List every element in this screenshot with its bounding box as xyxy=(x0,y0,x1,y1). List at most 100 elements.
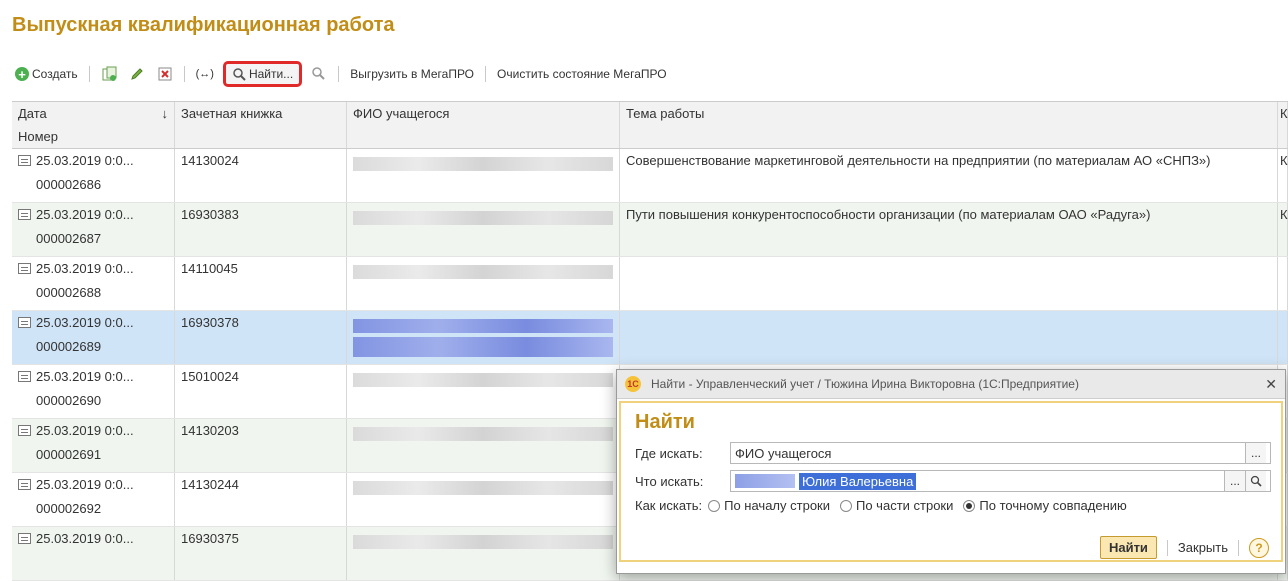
dialog-footer: Найти Закрыть ? xyxy=(1099,536,1269,559)
cell-date-number: 25.03.2019 0:0... 000002692 xyxy=(12,473,175,526)
what-field[interactable]: Юлия Валерьевна ... xyxy=(730,470,1271,492)
cell-record-book: 14130244 xyxy=(175,473,347,526)
dialog-titlebar: 1С Найти - Управленческий учет / Тюжина … xyxy=(617,370,1285,399)
find-button[interactable]: Найти... xyxy=(222,61,303,87)
cell-record-book: 14110045 xyxy=(175,257,347,310)
redacted-name xyxy=(353,319,613,333)
what-label: Что искать: xyxy=(635,473,704,489)
close-icon[interactable]: ✕ xyxy=(1265,376,1277,393)
cell-student xyxy=(347,149,620,202)
table-row[interactable]: 25.03.2019 0:0... 000002689 16930378 xyxy=(12,311,1288,365)
table-row[interactable]: 25.03.2019 0:0... 000002687 16930383 Пут… xyxy=(12,203,1288,257)
clear-megapro-button[interactable]: Очистить состояние МегаПРО xyxy=(494,65,670,83)
create-button[interactable]: + Создать xyxy=(12,65,81,83)
search-icon xyxy=(233,68,246,81)
cell-student xyxy=(347,257,620,310)
cell-record-book: 16930375 xyxy=(175,527,347,580)
what-row: Что искать: Юлия Валерьевна ... xyxy=(631,470,1271,492)
header-topic[interactable]: Тема работы xyxy=(620,102,1278,148)
cell-topic: Совершенствование маркетинговой деятельн… xyxy=(620,149,1278,202)
cell-record-book: 14130024 xyxy=(175,149,347,202)
cancel-search-button[interactable] xyxy=(308,64,330,84)
table-row[interactable]: 25.03.2019 0:0... 000002686 14130024 Сов… xyxy=(12,149,1288,203)
toolbar-separator xyxy=(338,66,340,82)
where-field[interactable]: ФИО учащегося ... xyxy=(730,442,1271,464)
redacted-name xyxy=(353,157,613,171)
edit-button[interactable] xyxy=(126,64,148,84)
cell-student xyxy=(347,419,620,472)
cell-extra: К xyxy=(1278,149,1288,202)
cell-date-number: 25.03.2019 0:0... 000002691 xyxy=(12,419,175,472)
toolbar-separator xyxy=(88,66,90,82)
cancel-search-icon xyxy=(312,67,325,80)
find-submit-button[interactable]: Найти xyxy=(1099,536,1157,559)
redacted-name xyxy=(353,337,613,357)
cell-student xyxy=(347,527,620,580)
1c-logo-icon: 1С xyxy=(625,376,641,392)
cell-student xyxy=(347,311,620,364)
radio-exact[interactable]: По точному совпадению xyxy=(963,498,1127,513)
cell-student xyxy=(347,473,620,526)
where-label: Где искать: xyxy=(635,445,703,461)
cell-record-book: 15010024 xyxy=(175,365,347,418)
how-row: Как искать: По началу строки По части ст… xyxy=(631,498,1271,513)
cell-student xyxy=(347,365,620,418)
search-icon xyxy=(1250,475,1262,487)
document-icon xyxy=(18,425,31,436)
cell-date-number: 25.03.2019 0:0... 000002690 xyxy=(12,365,175,418)
redacted-name xyxy=(353,373,613,387)
close-button[interactable]: Закрыть xyxy=(1178,540,1228,555)
cell-extra: К xyxy=(1278,203,1288,256)
plus-icon: + xyxy=(15,67,29,81)
cell-record-book: 14130203 xyxy=(175,419,347,472)
cell-extra xyxy=(1278,311,1288,364)
what-search-button[interactable] xyxy=(1245,471,1266,491)
sort-arrow-icon: ↓ xyxy=(161,106,169,121)
cell-extra xyxy=(1278,257,1288,310)
cell-student xyxy=(347,203,620,256)
radio-selected-icon xyxy=(963,499,976,512)
pencil-icon xyxy=(130,68,143,80)
header-record-book[interactable]: Зачетная книжка xyxy=(175,102,347,148)
redacted-name xyxy=(353,265,613,279)
document-icon xyxy=(18,209,31,220)
how-label: Как искать: xyxy=(635,498,703,513)
where-row: Где искать: ФИО учащегося ... xyxy=(631,442,1271,464)
redacted-name xyxy=(353,535,613,549)
document-icon xyxy=(18,479,31,490)
copy-icon xyxy=(102,66,117,81)
cell-date-number: 25.03.2019 0:0... xyxy=(12,527,175,580)
table-header: Дата ↓ Номер Зачетная книжка ФИО учащего… xyxy=(12,102,1288,149)
form-title: Выпускная квалификационная работа xyxy=(12,14,395,36)
document-icon xyxy=(18,317,31,328)
dialog-heading: Найти xyxy=(635,411,695,433)
cell-topic xyxy=(620,311,1278,364)
delete-button[interactable] xyxy=(154,64,176,84)
footer-separator xyxy=(1166,539,1168,556)
radio-part[interactable]: По части строки xyxy=(840,498,953,513)
redacted-name xyxy=(353,481,613,495)
copy-button[interactable] xyxy=(98,64,120,84)
where-choose-button[interactable]: ... xyxy=(1245,443,1266,463)
redacted-name xyxy=(353,211,613,225)
cell-topic xyxy=(620,257,1278,310)
header-extra[interactable]: К xyxy=(1278,102,1288,148)
header-date-number[interactable]: Дата ↓ Номер xyxy=(12,102,175,148)
what-choose-button[interactable]: ... xyxy=(1224,471,1245,491)
redacted-name xyxy=(353,427,613,441)
table-row[interactable]: 25.03.2019 0:0... 000002688 14110045 xyxy=(12,257,1288,311)
radio-start[interactable]: По началу строки xyxy=(708,498,830,513)
help-icon[interactable]: ? xyxy=(1249,537,1269,558)
hierarchy-button[interactable]: (↔) xyxy=(193,66,217,82)
cell-date-number: 25.03.2019 0:0... 000002688 xyxy=(12,257,175,310)
export-megapro-button[interactable]: Выгрузить в МегаПРО xyxy=(347,65,477,83)
dialog-body: Найти Где искать: ФИО учащегося ... Что … xyxy=(619,401,1283,562)
document-icon xyxy=(18,533,31,544)
cell-record-book: 16930383 xyxy=(175,203,347,256)
cell-date-number: 25.03.2019 0:0... 000002686 xyxy=(12,149,175,202)
find-dialog: 1С Найти - Управленческий учет / Тюжина … xyxy=(616,369,1286,574)
toolbar-separator xyxy=(485,66,487,82)
redacted-surname xyxy=(735,474,795,488)
header-student[interactable]: ФИО учащегося xyxy=(347,102,620,148)
document-icon xyxy=(18,263,31,274)
